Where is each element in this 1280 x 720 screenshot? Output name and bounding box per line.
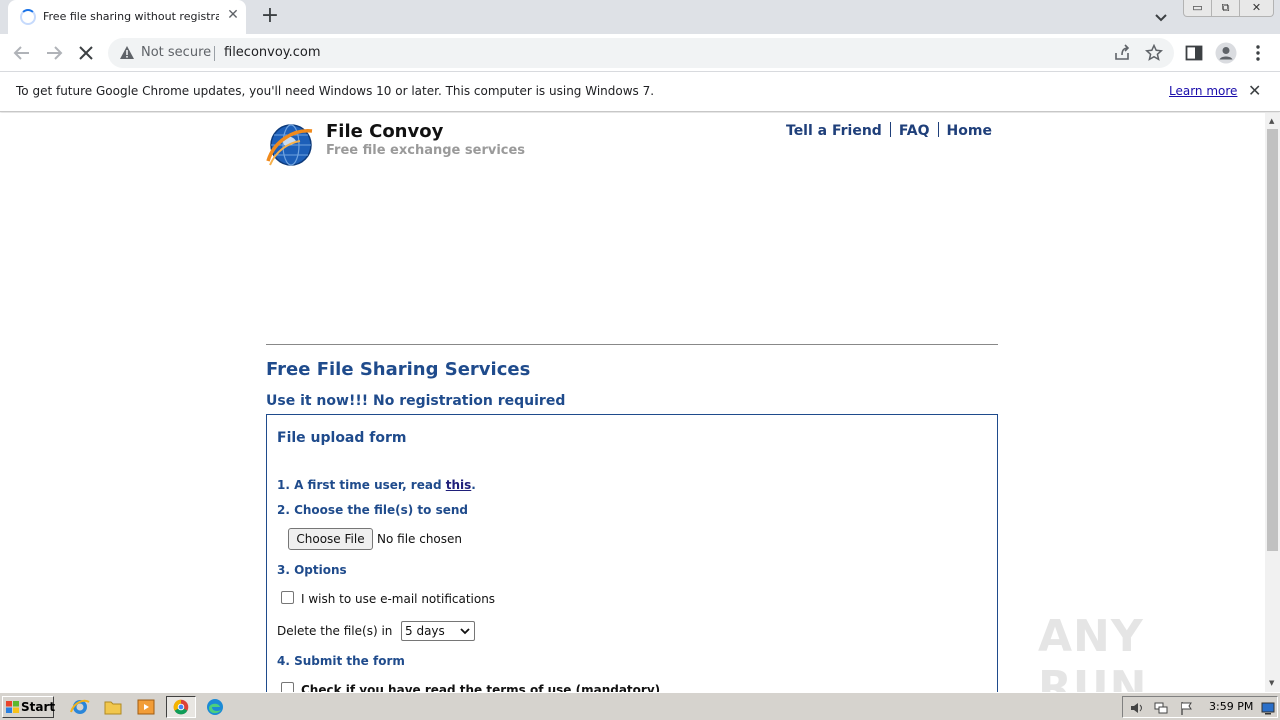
learn-more-link[interactable]: Learn more [1169, 84, 1237, 98]
update-infobar: To get future Google Chrome updates, you… [0, 72, 1280, 112]
tab-strip: Free file sharing without registration ✕… [0, 0, 1280, 34]
step-3: 3. Options [277, 563, 347, 577]
address-bar[interactable]: Not secure fileconvoy.com [108, 38, 1174, 68]
internet-explorer-icon[interactable] [68, 696, 92, 718]
chevron-down-icon [460, 628, 470, 635]
read-this-link[interactable]: this [446, 478, 472, 492]
url-text[interactable]: fileconvoy.com [224, 45, 321, 60]
tell-a-friend-link[interactable]: Tell a Friend [786, 123, 882, 139]
bookmark-star-icon[interactable] [1145, 44, 1163, 62]
windows-taskbar: Start 3:59 PM [0, 692, 1280, 720]
file-convoy-globe-logo [266, 124, 313, 166]
media-player-icon[interactable] [134, 696, 158, 718]
file-upload-form: File upload form 1. A first time user, r… [266, 414, 998, 692]
page-viewport: File Convoy Free file exchange services … [0, 113, 1265, 692]
volume-icon[interactable] [1129, 700, 1145, 716]
choose-file-button[interactable]: Choose File [288, 528, 373, 550]
action-center-flag-icon[interactable] [1179, 700, 1195, 716]
not-secure-label[interactable]: Not secure [141, 45, 211, 60]
share-icon[interactable] [1113, 44, 1131, 62]
email-notification-label: I wish to use e-mail notifications [301, 592, 496, 606]
email-notification-checkbox[interactable] [281, 591, 294, 604]
new-tab-button[interactable]: + [258, 3, 282, 28]
step-1: 1. A first time user, read this. [277, 478, 476, 492]
close-window-button[interactable]: ✕ [1239, 0, 1274, 17]
tab-close-icon[interactable]: ✕ [224, 7, 242, 23]
home-link[interactable]: Home [947, 123, 992, 139]
faq-link[interactable]: FAQ [899, 123, 930, 139]
profile-avatar-icon[interactable] [1215, 42, 1237, 64]
stop-loading-icon[interactable] [74, 41, 98, 65]
site-subtitle: Free file exchange services [326, 143, 526, 158]
page-heading: Free File Sharing Services [266, 359, 531, 380]
forward-arrow-icon[interactable] [42, 41, 66, 65]
chrome-icon[interactable] [166, 696, 196, 718]
system-tray: 3:59 PM [1122, 696, 1278, 718]
form-title: File upload form [277, 430, 407, 446]
delete-files-label: Delete the file(s) in [277, 624, 393, 638]
windows-flag-icon [6, 701, 19, 713]
back-arrow-icon[interactable] [10, 41, 34, 65]
browser-toolbar: Not secure fileconvoy.com [0, 34, 1280, 72]
nav-separator [889, 122, 891, 137]
infobar-close-icon[interactable]: ✕ [1248, 81, 1261, 100]
maximize-button[interactable]: ⧉ [1211, 0, 1240, 17]
terms-checkbox[interactable] [281, 682, 294, 692]
taskbar-clock[interactable]: 3:59 PM [1209, 700, 1253, 713]
scroll-up-arrow-icon[interactable]: ▲ [1269, 117, 1274, 125]
no-file-chosen-label: No file chosen [377, 532, 463, 546]
scrollbar-thumb[interactable] [1267, 129, 1278, 551]
step-2: 2. Choose the file(s) to send [277, 503, 468, 517]
nav-separator [937, 122, 939, 137]
warning-triangle-icon[interactable] [119, 45, 135, 61]
kebab-menu-icon[interactable] [1248, 43, 1268, 63]
delete-period-select[interactable]: 5 days [401, 621, 475, 641]
terms-label: Check if you have read the terms of use … [301, 683, 661, 692]
site-title: File Convoy [326, 121, 444, 142]
scroll-down-arrow-icon[interactable]: ▼ [1269, 679, 1274, 687]
tab-active[interactable]: Free file sharing without registration ✕ [8, 0, 246, 34]
tab-title: Free file sharing without registration [43, 10, 219, 23]
network-icon[interactable] [1153, 700, 1169, 716]
top-navigation: Tell a Friend FAQ Home [786, 122, 992, 139]
show-desktop-icon[interactable] [1261, 701, 1275, 715]
edge-icon[interactable] [203, 696, 227, 718]
infobar-message: To get future Google Chrome updates, you… [16, 84, 655, 98]
vertical-scrollbar[interactable]: ▲ ▼ [1265, 113, 1280, 692]
loading-spinner-icon [20, 9, 36, 25]
file-explorer-folder-icon[interactable] [101, 696, 125, 718]
step-4: 4. Submit the form [277, 654, 405, 668]
address-separator [214, 46, 215, 61]
tab-search-chevron-icon[interactable] [1151, 7, 1171, 27]
minimize-button[interactable]: ▭ [1183, 0, 1212, 17]
header-divider [266, 344, 998, 345]
page-subheading: Use it now!!! No registration required [266, 393, 566, 409]
side-panel-icon[interactable] [1184, 43, 1204, 63]
start-button[interactable]: Start [2, 696, 55, 718]
anyrun-watermark: ANY RUN [1038, 611, 1148, 692]
